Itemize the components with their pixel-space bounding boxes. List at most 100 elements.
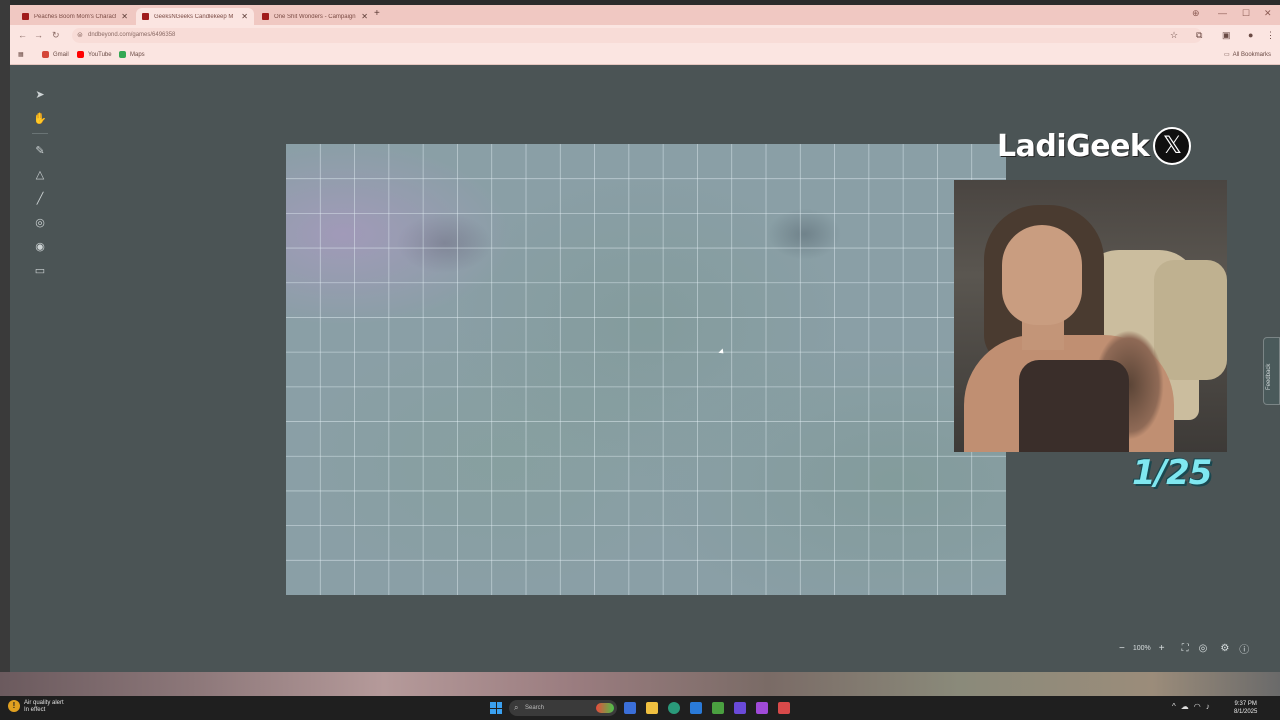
toolbar-divider: [32, 133, 48, 134]
bookmark-youtube[interactable]: YouTube: [77, 51, 112, 58]
bookmark-gmail[interactable]: Gmail: [42, 51, 69, 58]
ruler-icon: ╱: [36, 193, 44, 205]
feedback-tab[interactable]: Feedback: [1263, 337, 1280, 405]
bookmark-label: YouTube: [88, 51, 112, 58]
clock-date: 8/1/2025: [1234, 709, 1258, 715]
alert-icon: !: [8, 700, 20, 712]
all-bookmarks[interactable]: ▭ All Bookmarks: [1224, 51, 1272, 59]
taskbar: ! Air quality alert In effect ⌕ Search ^…: [0, 696, 1280, 720]
minimize-icon[interactable]: —: [1218, 8, 1227, 18]
store-icon[interactable]: [690, 702, 702, 714]
youtube-icon: [77, 51, 84, 58]
x-logo-icon: 𝕏: [1153, 127, 1192, 165]
maximize-icon[interactable]: ☐: [1242, 8, 1250, 19]
shapes-tool[interactable]: △: [28, 165, 52, 185]
close-icon[interactable]: ✕: [241, 12, 248, 21]
file-explorer-icon[interactable]: [646, 702, 658, 714]
search-highlight-icon: [596, 703, 614, 713]
tab-search-icon[interactable]: ⊕: [1192, 8, 1200, 19]
settings-icon[interactable]: ⚙: [1220, 643, 1229, 654]
window-close-icon[interactable]: ✕: [1264, 8, 1272, 19]
face: [1002, 225, 1082, 325]
measure-tool[interactable]: ╱: [28, 189, 52, 209]
draw-tool[interactable]: ✎: [28, 141, 52, 161]
app-icon[interactable]: [734, 702, 746, 714]
sidebar-icon[interactable]: ▣: [1222, 30, 1231, 41]
bookmarks-bar: ▦ Gmail YouTube Maps ▭ All Bookmarks: [10, 46, 1280, 65]
chair-side: [1154, 260, 1227, 380]
select-tool[interactable]: ➤: [28, 85, 52, 105]
dndbeyond-favicon-icon: [262, 13, 269, 20]
desktop-wallpaper: [0, 672, 1280, 696]
close-icon[interactable]: ✕: [121, 12, 128, 21]
ping-tool[interactable]: ◎: [28, 213, 52, 233]
zoom-out-icon[interactable]: −: [1119, 643, 1125, 654]
search-icon: ⌕: [514, 703, 519, 712]
url-text: dndbeyond.com/games/6496358: [88, 32, 176, 38]
fullscreen-icon[interactable]: ⛶: [1182, 643, 1189, 654]
forward-icon[interactable]: →: [34, 30, 43, 40]
tab-candlekeep[interactable]: GeeksNGeeks Candlekeep M ✕: [136, 8, 254, 25]
tank-top: [1019, 360, 1129, 452]
feedback-label: Feedback: [1266, 363, 1272, 390]
target-icon: ◎: [35, 217, 45, 229]
weather-widget[interactable]: ! Air quality alert In effect: [8, 700, 64, 714]
app-icon[interactable]: [778, 702, 790, 714]
tab-title: Peaches Boom Mom's Charact: [34, 13, 117, 20]
menu-icon[interactable]: ⋮: [1266, 30, 1275, 41]
apps-icon[interactable]: ▦: [18, 51, 24, 58]
streamer-brand: LadiGeek 𝕏: [997, 127, 1192, 165]
close-icon[interactable]: ✕: [361, 12, 368, 21]
bookmark-maps[interactable]: Maps: [119, 51, 145, 58]
dndbeyond-favicon-icon: [22, 13, 29, 20]
cloud-icon[interactable]: ☁: [1181, 702, 1189, 711]
wifi-icon[interactable]: ◠: [1194, 702, 1201, 711]
system-tray: ^ ☁ ◠ ♪: [1172, 702, 1210, 711]
clock-time: 9:37 PM: [1234, 701, 1257, 707]
zoom-in-icon[interactable]: +: [1159, 643, 1165, 654]
note-icon: ▭: [34, 265, 46, 277]
volume-icon[interactable]: ♪: [1206, 702, 1210, 711]
chevron-up-icon[interactable]: ^: [1172, 702, 1176, 711]
zoom-level: 100%: [1132, 644, 1151, 652]
app-icon[interactable]: [712, 702, 724, 714]
map-grid: [286, 144, 1006, 595]
taskbar-search[interactable]: ⌕ Search: [509, 700, 617, 716]
weather-title: Air quality alert: [24, 700, 64, 706]
hand-icon: ✋: [33, 113, 47, 125]
edge-icon[interactable]: [668, 702, 680, 714]
dndbeyond-favicon-icon: [142, 13, 149, 20]
copilot-icon[interactable]: [624, 702, 636, 714]
start-button-icon[interactable]: [490, 702, 502, 714]
tokens-tool[interactable]: ◉: [28, 237, 52, 257]
shapes-icon: △: [35, 169, 45, 181]
address-bar-row: ← → ↻ ⊜ dndbeyond.com/games/6496358 ☆ ⧉ …: [10, 25, 1280, 46]
profile-icon[interactable]: ●: [1248, 30, 1253, 40]
url-field[interactable]: ⊜ dndbeyond.com/games/6496358: [72, 28, 1202, 43]
pencil-circle-icon: ✎: [35, 145, 45, 157]
maps-icon: [119, 51, 126, 58]
back-icon[interactable]: ←: [18, 30, 27, 40]
battle-map[interactable]: [286, 144, 1006, 595]
pan-tool[interactable]: ✋: [28, 109, 52, 129]
clock[interactable]: 9:37 PM 8/1/2025: [1234, 700, 1257, 716]
zoom-controls: − 100% + ⛶ ◎ ⚙ ⓘ: [1114, 639, 1276, 657]
tab-strip: Peaches Boom Mom's Charact ✕ GeeksNGeeks…: [10, 5, 1280, 25]
bookmark-label: Maps: [130, 51, 145, 58]
app-icon[interactable]: [756, 702, 768, 714]
tab-title: One Shit Wonders - Campaign: [274, 13, 356, 20]
tab-character-sheet[interactable]: Peaches Boom Mom's Charact ✕: [16, 8, 134, 25]
extensions-icon[interactable]: ⧉: [1196, 30, 1202, 41]
info-icon[interactable]: ⓘ: [1239, 641, 1249, 656]
tab-campaign[interactable]: One Shit Wonders - Campaign ✕: [256, 8, 374, 25]
recenter-icon[interactable]: ◎: [1199, 643, 1208, 654]
notes-tool[interactable]: ▭: [28, 261, 52, 281]
all-bookmarks-label: All Bookmarks: [1232, 51, 1272, 58]
desktop-edge: [0, 0, 10, 672]
bookmark-star-icon[interactable]: ☆: [1170, 30, 1178, 41]
person-circle-icon: ◉: [35, 241, 45, 253]
new-tab-icon[interactable]: +: [374, 8, 380, 19]
site-info-icon[interactable]: ⊜: [77, 28, 83, 43]
reload-icon[interactable]: ↻: [52, 30, 60, 41]
bookmark-label: Gmail: [53, 51, 69, 58]
